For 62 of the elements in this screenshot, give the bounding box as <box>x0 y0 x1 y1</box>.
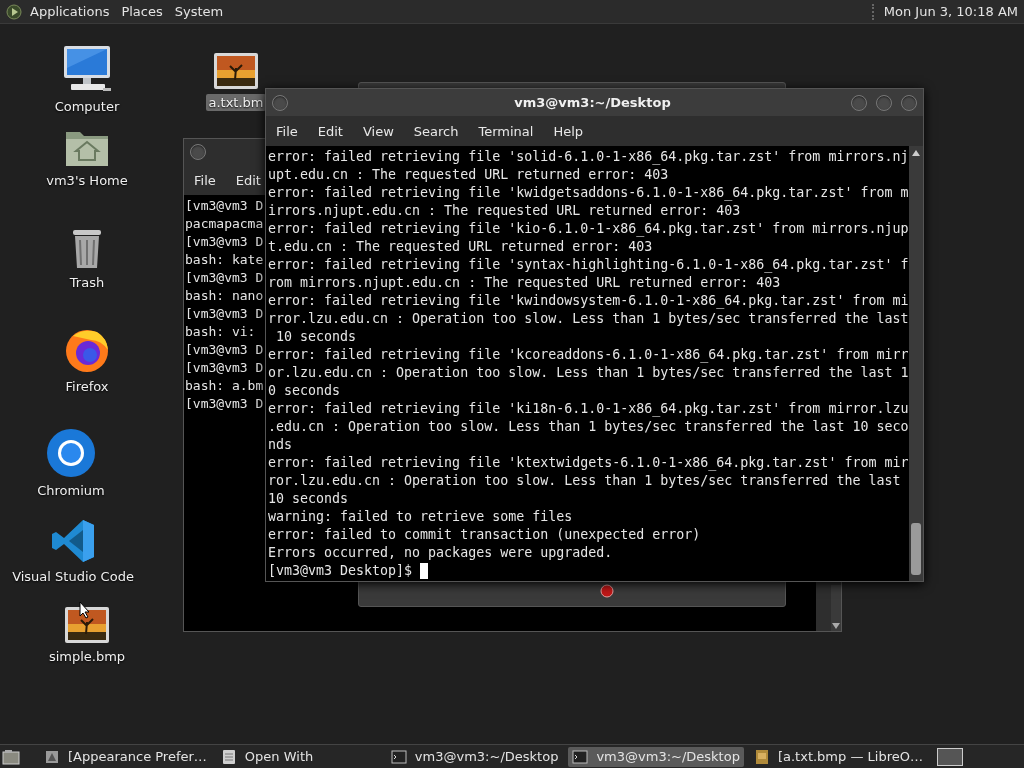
terminal-line: warning: failed to retrieve some files <box>268 508 574 526</box>
terminal-line: [vm3@vm3 D <box>185 305 264 323</box>
taskbar-button[interactable]: [Appearance Prefer… <box>40 746 211 767</box>
terminal-line: bash: vi: <box>185 323 256 341</box>
menu-item[interactable]: File <box>194 172 216 188</box>
terminal-line: Errors occurred, no packages were upgraded. <box>268 544 614 562</box>
terminal-line: error: failed retrieving file 'syntax-highlighting-6.1.0-1-x86_64.pkg.tar.zst' f <box>268 256 909 274</box>
terminal-line: bash: nano <box>185 287 264 305</box>
terminal-line: [vm3@vm3 D <box>185 359 264 377</box>
shell-prompt: [vm3@vm3 Desktop]$ <box>268 562 413 580</box>
terminal-line: 10 seconds <box>275 328 358 346</box>
terminal-line: or.lzu.edu.cn : Operation too slow. Less than 1 bytes/sec transferred the last 1 <box>268 364 909 382</box>
window-title: vm3@vm3:~/Desktop <box>513 95 672 110</box>
terminal-line: [vm3@vm3 D <box>185 269 264 287</box>
menu-item[interactable]: Help <box>553 123 584 139</box>
terminal-line: .edu.cn : Operation too slow. Less than 1 bytes/sec transferred the last 10 seco <box>268 418 909 436</box>
terminal-line: 10 seconds <box>268 490 350 508</box>
menu-item[interactable]: View <box>362 123 394 139</box>
terminal-line: error: failed retrieving file 'kwidgetsaddons-6.1.0-1-x86_64.pkg.tar.zst' from m <box>268 184 909 202</box>
taskbar-button[interactable]: [a.txt.bmp — LibreO… <box>749 746 927 767</box>
desktop-icon-label[interactable]: Firefox <box>63 378 111 395</box>
terminal-line: bash: a.bm <box>185 377 264 395</box>
menu-item[interactable]: Edit <box>317 123 343 139</box>
terminal-line: t.edu.cn : The requested URL returned error: 403 <box>268 238 654 256</box>
taskbar-button[interactable]: vm3@vm3:~/Desktop <box>386 746 563 767</box>
terminal-line: bash: kate <box>185 251 264 269</box>
terminal-line: nds <box>268 436 294 454</box>
panel-menu[interactable]: System <box>174 4 224 19</box>
clock[interactable]: Mon Jun 3, 10:18 AM <box>883 4 1018 19</box>
panel-menu[interactable]: Places <box>121 4 163 19</box>
terminal-line: error: failed retrieving file 'kwindowsystem-6.1.0-1-x86_64.pkg.tar.zst' from mi <box>268 292 909 310</box>
terminal-line: [vm3@vm3 D <box>185 341 264 359</box>
terminal-line: irrors.njupt.edu.cn : The requested URL returned error: 403 <box>268 202 742 220</box>
desktop-icon-label[interactable]: vm3's Home <box>44 172 130 189</box>
terminal-line: [vm3@vm3 D <box>185 233 264 251</box>
terminal-line: 0 seconds <box>268 382 342 400</box>
desktop-icon-label[interactable]: Computer <box>52 98 122 115</box>
taskbar-button[interactable]: Open With <box>216 746 381 767</box>
terminal-line: upt.edu.cn : The requested URL returned error: 403 <box>268 166 670 184</box>
terminal-line: error: failed retrieving file 'ktextwidgets-6.1.0-1-x86_64.pkg.tar.zst' from mir <box>268 454 909 472</box>
desktop-icon-label[interactable]: Visual Studio Code <box>10 568 136 585</box>
menu-item[interactable]: Terminal <box>478 123 534 139</box>
terminal-line: error: failed retrieving file 'ki18n-6.1.0-1-x86_64.pkg.tar.zst' from mirror.lzu <box>268 400 909 418</box>
desktop-icon-label[interactable]: Trash <box>67 274 107 291</box>
menu-item[interactable]: Edit <box>235 172 261 188</box>
terminal-line: error: failed to commit transaction (unexpected error) <box>268 526 702 544</box>
desktop-icon-label[interactable]: Chromium <box>35 482 107 499</box>
desktop-icon-label[interactable]: a.txt.bm <box>206 94 266 111</box>
terminal-line: [vm3@vm3 D <box>185 395 264 413</box>
terminal-line: ror.lzu.edu.cn : Operation too slow. Less than 1 bytes/sec transferred the last <box>268 472 902 490</box>
menu-item[interactable]: Search <box>413 123 459 139</box>
terminal-line: [vm3@vm3 D <box>185 197 264 215</box>
terminal-line: rror.lzu.edu.cn : Operation too slow. Less than 1 bytes/sec transferred the last <box>268 310 909 328</box>
panel-menu[interactable]: Applications <box>30 4 110 19</box>
terminal-line: error: failed retrieving file 'solid-6.1.0-1-x86_64.pkg.tar.zst' from mirrors.nj <box>268 148 909 166</box>
terminal-line: rom mirrors.njupt.edu.cn : The requested URL returned error: 403 <box>268 274 782 292</box>
taskbar-button[interactable]: vm3@vm3:~/Desktop <box>568 746 744 767</box>
menu-item[interactable]: File <box>276 123 298 139</box>
terminal-line: error: failed retrieving file 'kcoreaddons-6.1.0-1-x86_64.pkg.tar.zst' from mirr <box>268 346 909 364</box>
desktop-icon-label[interactable]: simple.bmp <box>46 648 128 665</box>
terminal-line: pacmapacma <box>185 215 264 233</box>
terminal-line: error: failed retrieving file 'kio-6.1.0-1-x86_64.pkg.tar.zst' from mirrors.njup <box>268 220 909 238</box>
